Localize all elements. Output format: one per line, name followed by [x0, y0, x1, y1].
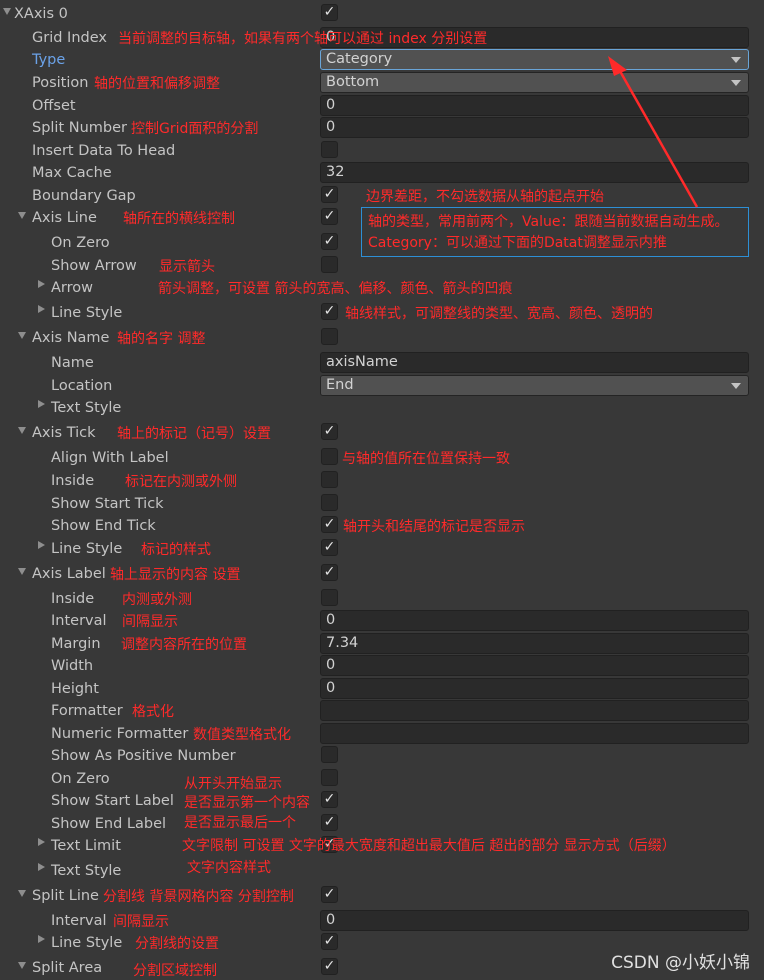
inspector-panel: { "xaxis": { "title": "XAxis 0", "checke…	[0, 0, 764, 980]
watermark: CSDN @小妖小锦	[611, 953, 750, 973]
annotation-arrow-icon	[608, 56, 699, 208]
